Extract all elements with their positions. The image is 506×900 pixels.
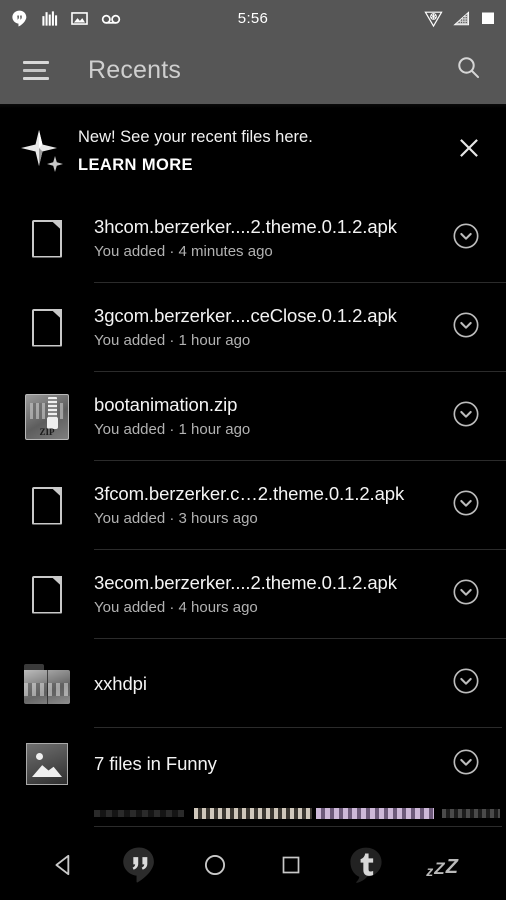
sleep-z-medium: Z	[434, 858, 445, 878]
list-item-text: 7 files in Funny	[94, 752, 440, 776]
expand-button[interactable]	[440, 578, 492, 611]
hangouts-button[interactable]	[111, 839, 167, 895]
file-name: 7 files in Funny	[94, 753, 217, 774]
sleep-z-small: z	[426, 862, 434, 879]
folder-thumbnail	[0, 663, 94, 704]
chevron-down-circle-icon	[452, 400, 480, 433]
battery-icon	[480, 10, 496, 26]
image-thumbnail	[0, 743, 94, 785]
sparkle-icon	[14, 124, 72, 176]
file-name: 3fcom.berzerker.c…2.theme.0.1.2.apk	[94, 483, 405, 504]
file-name: bootanimation.zip	[94, 394, 238, 415]
list-item-text: 3fcom.berzerker.c…2.theme.0.1.2.apk You …	[94, 482, 440, 529]
learn-more-link[interactable]: LEARN MORE	[78, 156, 193, 175]
sleep-button[interactable]: z Z Z	[414, 839, 470, 895]
list-item-text: xxhdpi	[94, 672, 440, 696]
expand-button[interactable]	[440, 400, 492, 433]
file-meta: You added · 1 hour ago	[94, 332, 251, 349]
list-item[interactable]: 3fcom.berzerker.c…2.theme.0.1.2.apk You …	[0, 461, 506, 550]
menu-button[interactable]	[16, 50, 56, 90]
banner-text-block: New! See your recent files here. LEARN M…	[72, 126, 446, 175]
signal-strength-icon	[452, 9, 471, 28]
expand-button[interactable]	[440, 222, 492, 255]
banner-title: New! See your recent files here.	[78, 127, 313, 146]
list-item-text: bootanimation.zip You added · 1 hour ago	[94, 393, 440, 440]
list-item[interactable]: 3gcom.berzerker....ceClose.0.1.2.apk You…	[0, 283, 506, 372]
file-meta: You added · 3 hours ago	[94, 510, 258, 527]
recents-file-list[interactable]: 3hcom.berzerker....2.theme.0.1.2.apk You…	[0, 194, 506, 834]
list-item[interactable]: ZIP bootanimation.zip You added · 1 hour…	[0, 372, 506, 461]
chevron-down-circle-icon	[452, 489, 480, 522]
recents-square-icon	[279, 853, 303, 882]
document-icon	[0, 219, 94, 258]
tumblr-button[interactable]	[338, 839, 394, 895]
sleep-z-large: Z	[445, 855, 458, 878]
chevron-down-circle-icon	[452, 311, 480, 344]
chevron-down-circle-icon	[452, 748, 480, 781]
hamburger-menu-icon	[23, 60, 49, 80]
search-button[interactable]	[446, 48, 490, 92]
document-icon	[0, 486, 94, 525]
file-name: 3ecom.berzerker....2.theme.0.1.2.apk	[94, 572, 397, 593]
expand-button[interactable]	[440, 489, 492, 522]
close-icon	[456, 135, 482, 166]
chevron-down-circle-icon	[452, 222, 480, 255]
expand-button[interactable]	[440, 748, 492, 781]
document-icon	[0, 575, 94, 614]
file-meta: You added · 4 hours ago	[94, 599, 258, 616]
file-name: xxhdpi	[94, 672, 147, 694]
file-meta: You added · 1 hour ago	[94, 421, 251, 438]
back-triangle-icon	[51, 852, 77, 883]
system-navigation-bar: z Z Z	[0, 834, 506, 900]
recents-button[interactable]	[263, 839, 319, 895]
list-item[interactable]: 7 files in Funny	[0, 728, 506, 800]
tumblr-icon	[344, 843, 388, 892]
back-button[interactable]	[36, 839, 92, 895]
status-bar-right-icons	[424, 0, 496, 36]
banner-close-button[interactable]	[446, 127, 492, 173]
list-item[interactable]: 3ecom.berzerker....2.theme.0.1.2.apk You…	[0, 550, 506, 639]
document-icon	[0, 308, 94, 347]
app-screen: 5:56 Recents New! See your recent files …	[0, 0, 506, 900]
list-item[interactable]: 3hcom.berzerker....2.theme.0.1.2.apk You…	[0, 194, 506, 283]
file-meta: You added · 4 minutes ago	[94, 243, 273, 260]
search-icon	[455, 54, 482, 86]
list-item-text: 3hcom.berzerker....2.theme.0.1.2.apk You…	[94, 215, 440, 262]
status-bar: 5:56	[0, 0, 506, 36]
list-item-text: 3gcom.berzerker....ceClose.0.1.2.apk You…	[94, 304, 440, 351]
image-preview-strip[interactable]	[94, 800, 502, 826]
chevron-down-circle-icon	[452, 578, 480, 611]
page-title: Recents	[88, 55, 182, 84]
hangouts-icon	[118, 844, 160, 891]
file-name: 3gcom.berzerker....ceClose.0.1.2.apk	[94, 305, 397, 326]
home-button[interactable]	[187, 839, 243, 895]
app-bar: Recents	[0, 36, 506, 104]
sleep-zzz-icon: z Z Z	[426, 856, 458, 879]
list-divider	[94, 826, 502, 827]
list-item[interactable]: xxhdpi	[0, 639, 506, 728]
promo-banner: New! See your recent files here. LEARN M…	[0, 108, 506, 194]
expand-button[interactable]	[440, 667, 492, 700]
triquetra-icon	[424, 9, 443, 28]
file-name: 3hcom.berzerker....2.theme.0.1.2.apk	[94, 216, 397, 237]
zip-archive-thumbnail: ZIP	[0, 393, 94, 440]
expand-button[interactable]	[440, 311, 492, 344]
home-circle-icon	[202, 852, 228, 883]
list-item-text: 3ecom.berzerker....2.theme.0.1.2.apk You…	[94, 571, 440, 618]
chevron-down-circle-icon	[452, 667, 480, 700]
